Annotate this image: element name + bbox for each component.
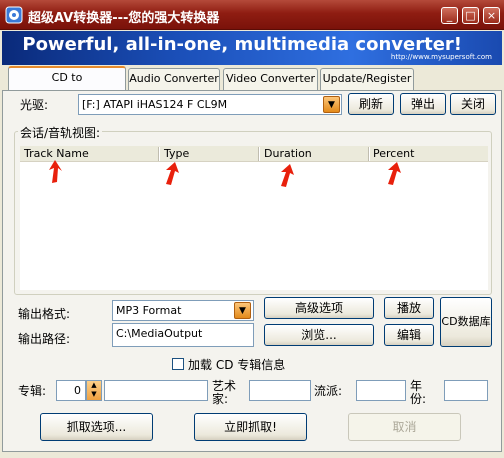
tab-cd-to-mp3[interactable]: CD to MP3/WMA/OGG: [8, 66, 126, 104]
format-select[interactable]: MP3 Format: [112, 300, 254, 321]
close-drive-button[interactable]: 关闭: [450, 93, 496, 115]
maximize-button[interactable]: □: [462, 7, 479, 24]
play-button[interactable]: 播放: [384, 297, 434, 319]
advanced-options-button[interactable]: 高级选项: [264, 297, 374, 319]
refresh-button[interactable]: 刷新: [348, 93, 394, 115]
year-input[interactable]: [444, 380, 488, 401]
col-separator[interactable]: [368, 147, 370, 161]
red-arrow-icon: [166, 162, 179, 185]
genre-label: 流派:: [314, 384, 343, 398]
app-icon: [5, 6, 23, 24]
col-separator[interactable]: [258, 147, 260, 161]
banner: Powerful, all-in-one, multimedia convert…: [2, 31, 502, 65]
track-list[interactable]: [20, 162, 488, 290]
cancel-button[interactable]: 取消: [348, 413, 461, 441]
chevron-down-icon[interactable]: ▼: [323, 96, 340, 113]
artist-label: 艺术家:: [212, 379, 237, 406]
red-arrow-icon: [281, 164, 294, 187]
banner-url: http://www.mysupersoft.com: [390, 53, 492, 61]
album-input[interactable]: [104, 380, 208, 401]
col-percent[interactable]: Percent: [373, 147, 414, 161]
genre-input[interactable]: [356, 380, 406, 401]
browse-button[interactable]: 浏览...: [264, 324, 374, 346]
load-cd-info-checkbox[interactable]: [172, 358, 184, 370]
format-label: 输出格式:: [18, 307, 71, 321]
banner-text: Powerful, all-in-one, multimedia convert…: [22, 34, 462, 55]
title-bar[interactable]: 超级AV转换器---您的强大转换器 _ □ ×: [0, 0, 504, 30]
col-separator[interactable]: [158, 147, 160, 161]
tab-video-converter[interactable]: Video Converter: [223, 68, 318, 90]
album-label: 专辑:: [18, 384, 47, 398]
minimize-button[interactable]: _: [441, 7, 458, 24]
path-value: C:\MediaOutput: [116, 327, 203, 340]
col-duration[interactable]: Duration: [264, 147, 312, 161]
chevron-down-icon[interactable]: ▼: [234, 302, 251, 319]
format-value: MP3 Format: [116, 304, 182, 317]
close-window-button[interactable]: ×: [483, 7, 500, 24]
year-label: 年份:: [410, 379, 427, 406]
path-input[interactable]: C:\MediaOutput: [112, 323, 254, 347]
album-number-spinner[interactable]: ▲ ▼: [86, 380, 102, 401]
edit-button[interactable]: 编辑: [384, 324, 434, 346]
tab-update-register[interactable]: Update/Register: [320, 68, 414, 90]
rip-options-button[interactable]: 抓取选项...: [40, 413, 153, 441]
album-number[interactable]: 0: [56, 380, 86, 401]
track-group-label: 会话/音轨视图:: [18, 124, 103, 141]
rip-now-button[interactable]: 立即抓取!: [194, 413, 307, 441]
track-list-header: [20, 146, 488, 162]
red-arrow-icon: [49, 160, 62, 183]
eject-button[interactable]: 弹出: [400, 93, 446, 115]
load-cd-info-label: 加载 CD 专辑信息: [188, 358, 286, 372]
drive-select[interactable]: [F:] ATAPI iHAS124 F CL9M: [78, 94, 342, 115]
cddb-button[interactable]: CD数据库: [440, 297, 492, 347]
path-label: 输出路径:: [18, 332, 71, 346]
tab-audio-converter[interactable]: Audio Converter: [128, 68, 220, 90]
drive-label: 光驱:: [20, 98, 49, 112]
artist-input[interactable]: [249, 380, 311, 401]
window-title: 超级AV转换器---您的强大转换器: [28, 11, 220, 26]
col-type[interactable]: Type: [164, 147, 189, 161]
red-arrow-icon: [388, 162, 401, 185]
drive-value: [F:] ATAPI iHAS124 F CL9M: [82, 98, 228, 111]
